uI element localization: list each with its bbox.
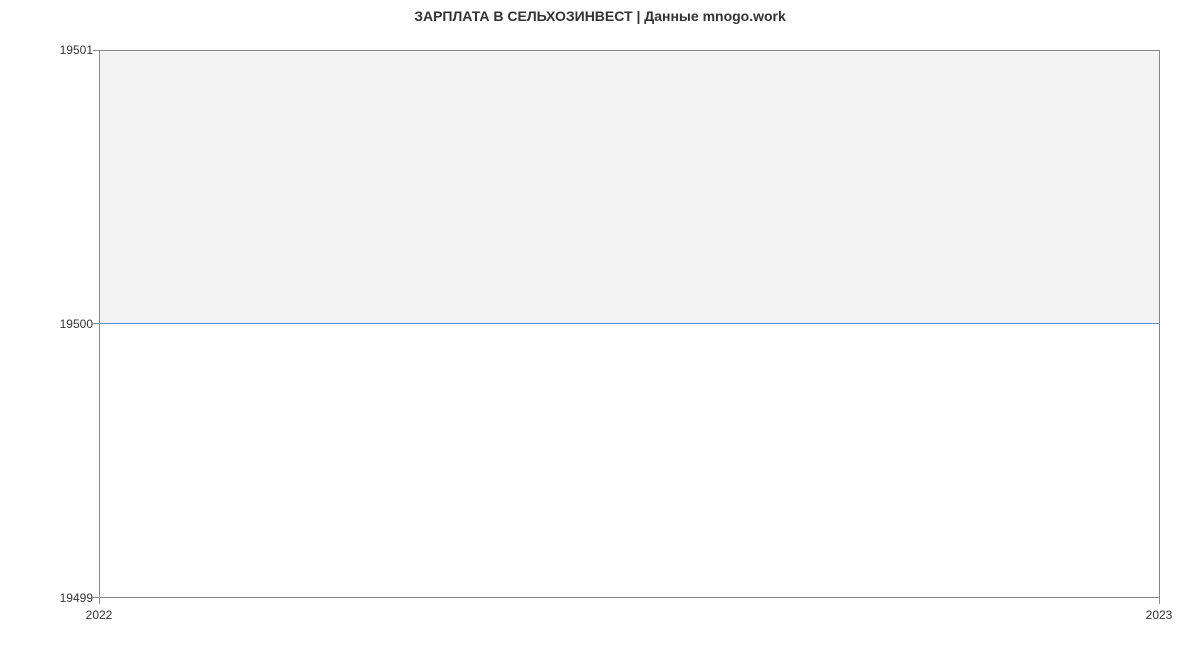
x-tick xyxy=(99,598,100,604)
chart-plot-area xyxy=(99,50,1160,598)
data-line xyxy=(100,323,1159,324)
x-tick xyxy=(1159,598,1160,604)
area-fill xyxy=(100,51,1159,324)
x-axis-label: 2023 xyxy=(1146,608,1173,622)
y-tick xyxy=(93,50,99,51)
y-axis-label: 19500 xyxy=(60,317,93,331)
y-axis-label: 19499 xyxy=(60,591,93,605)
y-tick xyxy=(93,323,99,324)
chart-title: ЗАРПЛАТА В СЕЛЬХОЗИНВЕСТ | Данные mnogo.… xyxy=(0,0,1200,24)
y-axis-label: 19501 xyxy=(60,43,93,57)
x-axis-label: 2022 xyxy=(86,608,113,622)
